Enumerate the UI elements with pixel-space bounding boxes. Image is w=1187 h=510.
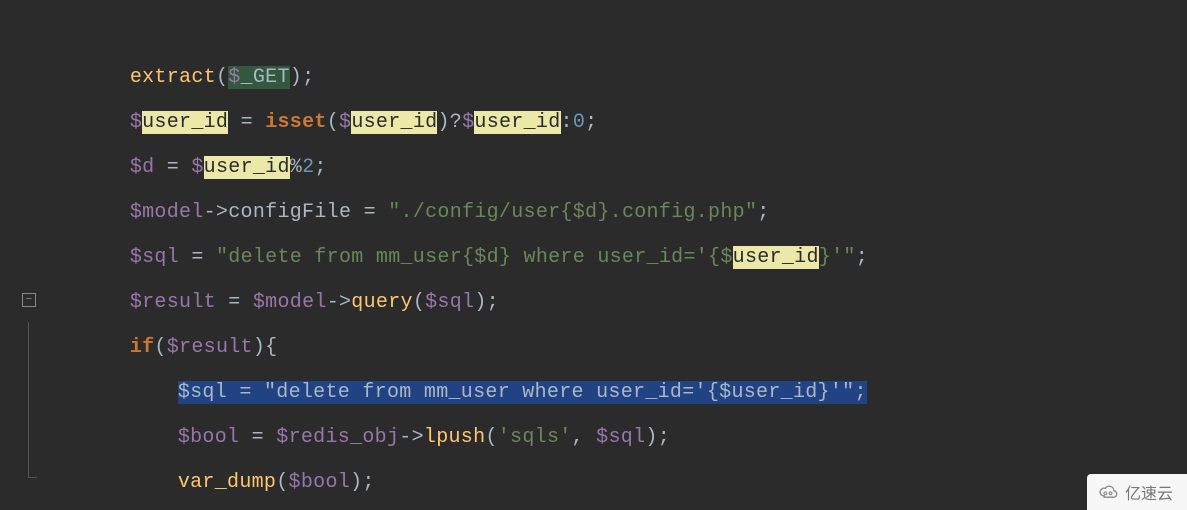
code-line: $d = $user_id%2;	[56, 100, 1187, 145]
code-line-selected: $sql = "delete from mm_user where user_i…	[56, 325, 1187, 370]
code-line: }	[56, 460, 1187, 505]
code-line: $result = $model->query($sql);	[56, 235, 1187, 280]
code-line: extract($_GET);	[56, 10, 1187, 55]
gutter: −	[8, 10, 48, 500]
code-line: var_dump($bool);	[56, 415, 1187, 460]
cloud-icon	[1097, 483, 1119, 501]
watermark-badge: 亿速云	[1087, 474, 1187, 510]
code-line: if($result){	[56, 280, 1187, 325]
watermark-text: 亿速云	[1125, 480, 1173, 504]
code-editor[interactable]: − extract($_GET); $user_id = isset($user…	[0, 0, 1187, 510]
code-line: $user_id = isset($user_id)?$user_id:0;	[56, 55, 1187, 100]
code-line: $model->configFile = "./config/user{$d}.…	[56, 145, 1187, 190]
code-area[interactable]: extract($_GET); $user_id = isset($user_i…	[56, 10, 1187, 505]
fold-toggle-icon[interactable]: −	[22, 293, 36, 307]
code-line: $bool = $redis_obj->lpush('sqls', $sql);	[56, 370, 1187, 415]
code-line: $sql = "delete from mm_user{$d} where us…	[56, 190, 1187, 235]
